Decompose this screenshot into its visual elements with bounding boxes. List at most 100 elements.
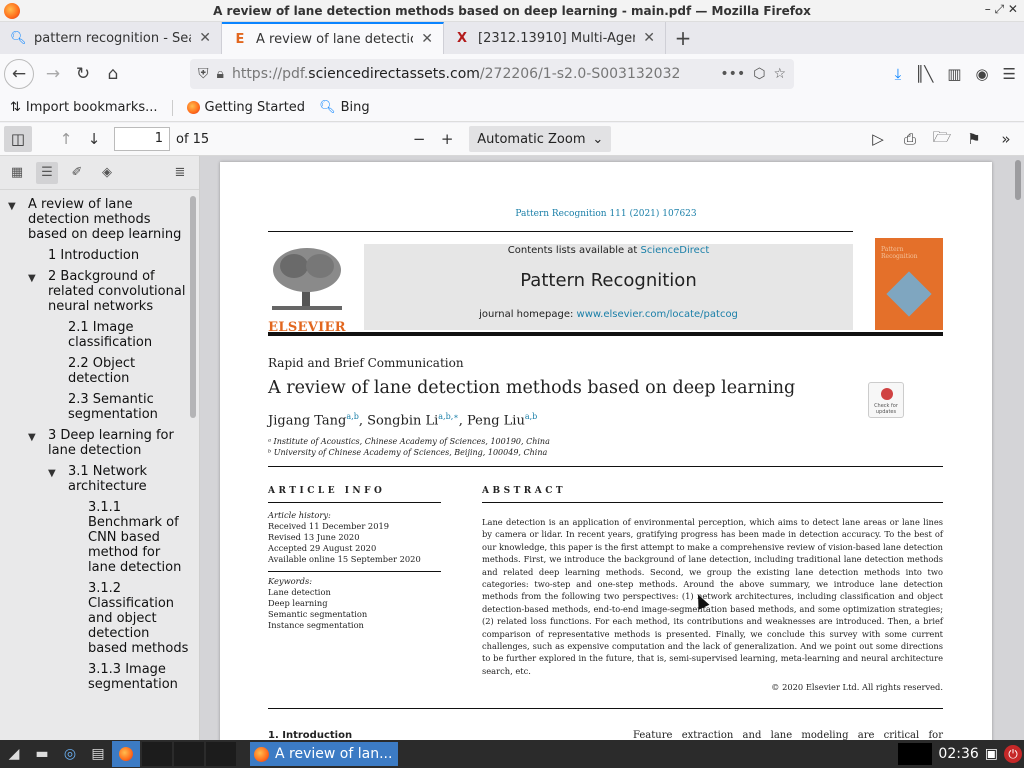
outline-item-label: 2 Background of related convolutional ne… <box>48 269 186 314</box>
url-bar[interactable]: ⛨ 🔒︎ https://pdf.sciencedirectassets.com… <box>190 59 794 89</box>
attachments-icon[interactable]: ✐ <box>66 162 88 184</box>
outline-item[interactable]: ▼ 2 Background of related convolutional n… <box>0 266 199 317</box>
close-icon[interactable]: ✕ <box>199 30 211 46</box>
show-desktop-icon[interactable]: ▬ <box>28 741 56 767</box>
window-titlebar: A review of lane detection methods based… <box>0 0 1024 22</box>
divider <box>268 466 943 467</box>
url-text[interactable]: https://pdf.sciencedirectassets.com/2722… <box>232 66 712 82</box>
article-history: Article history: Received 11 December 20… <box>268 510 421 564</box>
pdf-viewer[interactable]: Pattern Recognition 111 (2021) 107623 EL… <box>200 156 1024 740</box>
tray-app-icon[interactable]: ▣ <box>985 746 998 762</box>
divider <box>268 502 441 503</box>
star-icon[interactable]: ☆ <box>773 66 786 82</box>
browser-launcher-icon[interactable]: ◎ <box>56 741 84 767</box>
menu-icon[interactable]: ☰ <box>1003 65 1016 83</box>
file-manager-icon[interactable]: ▤ <box>84 741 112 767</box>
outline-item[interactable]: 3.1.3 Image segmentation <box>0 659 199 695</box>
shield-icon[interactable]: ⛨ <box>198 66 209 82</box>
print-icon[interactable]: ⎙ <box>896 126 924 152</box>
save-icon[interactable]: 🗁︎ <box>928 126 956 152</box>
abstract-heading: ABSTRACT <box>482 486 567 496</box>
page-actions-icon[interactable]: ••• <box>720 66 745 82</box>
power-icon[interactable]: ⏻ <box>1004 745 1022 763</box>
back-button[interactable]: ← <box>4 59 34 89</box>
cover-title: Pattern Recognition <box>881 246 918 260</box>
outline-item[interactable]: 2.2 Object detection <box>0 353 199 389</box>
taskbar-window-firefox[interactable]: A review of lan... <box>250 742 398 766</box>
firefox-launcher-icon[interactable] <box>112 741 140 767</box>
outline-item[interactable]: 3.1.2 Classification and object detectio… <box>0 578 199 659</box>
outline-item[interactable]: 2.1 Image classification <box>0 317 199 353</box>
reload-button[interactable]: ↻ <box>68 59 98 89</box>
bookmark-icon[interactable]: ⚑ <box>960 126 988 152</box>
outline-item[interactable]: 2.3 Semantic segmentation <box>0 389 199 425</box>
tab-search[interactable]: 🔍︎ pattern recognition - Sea ✕ <box>0 22 222 54</box>
next-page-button[interactable]: ↓ <box>80 126 108 152</box>
sidebar-toggle-button[interactable]: ◫ <box>4 126 32 152</box>
journal-name: Pattern Recognition <box>520 270 697 291</box>
tab-arxiv[interactable]: X [2312.13910] Multi-Agen ✕ <box>444 22 666 54</box>
home-button[interactable]: ⌂ <box>98 59 128 89</box>
previous-page-button[interactable]: ↑ <box>52 126 80 152</box>
layers-icon[interactable]: ◈ <box>96 162 118 184</box>
sidebar-scrollbar[interactable] <box>190 196 196 418</box>
new-tab-button[interactable]: + <box>666 22 700 54</box>
bookmark-bing[interactable]: 🔍︎ Bing <box>319 100 370 115</box>
outline-item[interactable]: 3.1.1 Benchmark of CNN based method for … <box>0 497 199 578</box>
search-icon: 🔍︎ <box>10 30 27 46</box>
expand-toggle-icon[interactable]: ▼ <box>28 271 36 286</box>
introduction-heading: 1. Introduction <box>268 730 353 740</box>
outline-icon[interactable]: ☰ <box>36 161 58 184</box>
tab-pdf[interactable]: E A review of lane detectic ✕ <box>222 22 444 54</box>
paper-title: A review of lane detection methods based… <box>268 378 796 398</box>
bookmark-getting-started[interactable]: Getting Started <box>186 100 305 115</box>
article-type: Rapid and Brief Communication <box>268 356 464 370</box>
expand-toggle-icon[interactable]: ▼ <box>48 466 56 481</box>
forward-button[interactable]: → <box>38 59 68 89</box>
firefox-icon <box>254 746 269 762</box>
workspace-1[interactable] <box>142 742 172 766</box>
start-menu-icon[interactable]: ◢ <box>0 741 28 767</box>
workspace-2[interactable] <box>174 742 204 766</box>
pdf-toolbar: ◫ ↑ ↓ 1 of 15 − + Automatic Zoom ⌄ ▷ ⎙ 🗁… <box>0 123 1024 156</box>
reader-view-icon[interactable]: ▥ <box>947 65 961 83</box>
introduction-text: Feature extraction and lane modeling are… <box>633 730 943 740</box>
window-controls[interactable]: – ⤢ ✕ <box>985 2 1018 17</box>
homepage-link[interactable]: www.elsevier.com/locate/patcog <box>577 309 738 320</box>
outline-item[interactable]: ▼ A review of lane detection methods base… <box>0 194 199 245</box>
zoom-in-button[interactable]: + <box>433 126 461 152</box>
presentation-mode-icon[interactable]: ▷ <box>864 126 892 152</box>
page-number-input[interactable]: 1 <box>114 127 170 151</box>
bookmark-separator <box>171 99 173 116</box>
library-icon[interactable]: ║╲ <box>915 65 933 83</box>
zoom-select[interactable]: Automatic Zoom ⌄ <box>469 126 612 152</box>
tab-bar: 🔍︎ pattern recognition - Sea ✕ E A revie… <box>0 22 1024 54</box>
account-icon[interactable]: ◉ <box>975 65 988 83</box>
workspace-3[interactable] <box>206 742 236 766</box>
sciencedirect-link[interactable]: ScienceDirect <box>641 245 710 256</box>
lock-icon[interactable]: 🔒︎ <box>217 66 224 82</box>
expand-toggle-icon[interactable]: ▼ <box>8 199 16 214</box>
check-for-updates-badge[interactable]: Check for updates <box>868 382 904 418</box>
bookmark-import[interactable]: ⇅ Import bookmarks... <box>10 100 158 115</box>
viewer-scrollbar[interactable] <box>1015 160 1021 200</box>
chevron-down-icon: ⌄ <box>592 131 604 147</box>
bookmarks-bar: ⇅ Import bookmarks... Getting Started 🔍︎… <box>0 94 1024 122</box>
clock[interactable]: 02:36 <box>938 746 978 762</box>
outline-item[interactable]: ▼ 3 Deep learning for lane detection <box>0 425 199 461</box>
tools-menu-icon[interactable]: » <box>992 126 1020 152</box>
thumbnails-icon[interactable]: ▦ <box>6 162 28 184</box>
pocket-icon[interactable]: ⬡ <box>753 66 765 82</box>
arxiv-icon: X <box>456 30 468 46</box>
search-icon: 🔍︎ <box>319 100 336 115</box>
expand-toggle-icon[interactable]: ▼ <box>28 430 36 445</box>
import-icon: ⇅ <box>10 100 21 115</box>
close-icon[interactable]: ✕ <box>421 31 433 47</box>
download-icon[interactable]: ⤓ <box>895 65 902 83</box>
current-outline-item-icon[interactable]: ≣ <box>169 162 191 184</box>
outline-item[interactable]: ▼ 3.1 Network architecture <box>0 461 199 497</box>
outline-item[interactable]: 1 Introduction <box>0 245 199 266</box>
zoom-out-button[interactable]: − <box>405 126 433 152</box>
close-icon[interactable]: ✕ <box>643 30 655 46</box>
affiliation: ᵃ Institute of Acoustics, Chinese Academ… <box>268 437 550 446</box>
